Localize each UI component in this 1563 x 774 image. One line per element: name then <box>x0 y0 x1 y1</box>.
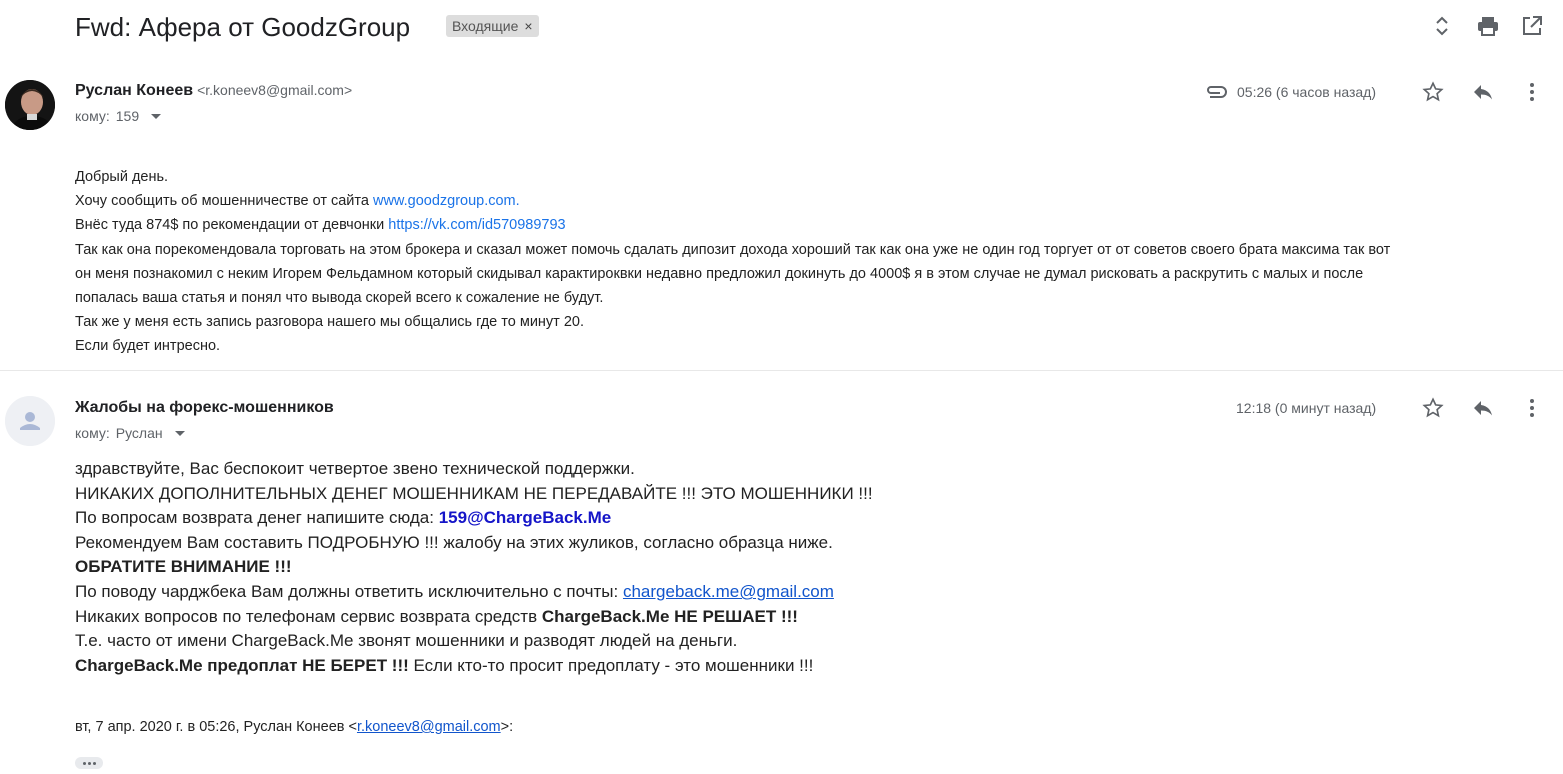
recipient-value: Руслан <box>115 425 163 441</box>
body-line: Рекомендуем Вам составить ПОДРОБНУЮ !!! … <box>75 532 833 552</box>
star-icon[interactable] <box>1421 80 1445 104</box>
contact-email[interactable]: 159@ChargeBack.Me <box>439 508 612 527</box>
body-line: Хочу сообщить об мошенничестве от сайта … <box>75 193 520 210</box>
body-line: ОБРАТИТЕ ВНИМАНИЕ !!! <box>75 557 292 577</box>
message-divider <box>0 370 1563 371</box>
label-text: Входящие <box>452 18 519 34</box>
body-line: Добрый день. <box>75 169 169 185</box>
vk-link[interactable]: https://vk.com/id570989793 <box>388 217 565 233</box>
body-line: попалась ваша статья и понял что вывода … <box>75 290 604 307</box>
message-time: 12:18 (0 минут назад) <box>1236 400 1377 416</box>
reply-icon[interactable] <box>1471 80 1495 104</box>
recipient-value: 159 <box>115 108 140 124</box>
quoted-email-link[interactable]: r.koneev8@gmail.com <box>357 719 501 735</box>
reply-icon[interactable] <box>1471 396 1495 420</box>
open-in-new-window-icon[interactable] <box>1520 14 1544 38</box>
print-icon[interactable] <box>1476 14 1500 38</box>
body-line: Если будет интресно. <box>75 338 221 355</box>
show-trimmed-content-button[interactable] <box>75 757 103 769</box>
message-body: Добрый день. Хочу сообщить об мошенничес… <box>75 165 1535 359</box>
sender-name[interactable]: Руслан Конеев <r.koneev8@gmail.com> <box>75 82 352 100</box>
inbox-label-chip[interactable]: Входящие × <box>446 15 539 37</box>
body-line: Так как она порекомендовала торговать на… <box>75 241 1391 258</box>
sender-avatar[interactable] <box>5 80 55 130</box>
chevron-down-icon[interactable] <box>174 430 185 436</box>
sender-name[interactable]: Жалобы на форекс-мошенников <box>75 399 334 417</box>
quoted-header: вт, 7 апр. 2020 г. в 05:26, Руслан Конее… <box>75 719 514 735</box>
body-line: По поводу чарджбека Вам должны ответить … <box>75 581 834 601</box>
remove-label-button[interactable]: × <box>524 15 532 37</box>
body-line: ChargeBack.Me предоплат НЕ БЕРЕТ !!! Есл… <box>75 655 814 675</box>
chargeback-email-link[interactable]: chargeback.me@gmail.com <box>623 582 834 601</box>
recipient-line[interactable]: кому: Руслан <box>75 425 185 441</box>
more-vert-icon[interactable] <box>1520 80 1544 104</box>
chevron-down-icon[interactable] <box>151 113 162 119</box>
message-body: здравствуйте, Вас беспокоит четвертое зв… <box>75 457 1535 678</box>
body-line: здравствуйте, Вас беспокоит четвертое зв… <box>75 459 635 478</box>
body-line: НИКАКИХ ДОПОЛНИТЕЛЬНЫХ ДЕНЕГ МОШЕННИКАМ … <box>75 483 873 503</box>
body-line: Внёс туда 874$ по рекомендации от девчон… <box>75 217 566 234</box>
email-thread-view: Fwd: Афера от GoodzGroup Входящие × Русл… <box>0 0 1563 774</box>
star-icon[interactable] <box>1421 396 1445 420</box>
recipient-line[interactable]: кому: 159 <box>75 108 162 124</box>
thread-subject: Fwd: Афера от GoodzGroup <box>75 12 411 42</box>
sender-avatar-placeholder[interactable] <box>5 396 55 446</box>
thread-header: Fwd: Афера от GoodzGroup Входящие × <box>0 0 1563 58</box>
paperclip-icon <box>1204 80 1228 104</box>
body-line: Так же у меня есть запись разговора наше… <box>75 314 585 331</box>
unfold-icon[interactable] <box>1430 14 1454 38</box>
body-line: По вопросам возврата денег напишите сюда… <box>75 508 612 528</box>
sender-email: <r.koneev8@gmail.com> <box>197 82 353 98</box>
site-link[interactable]: www.goodzgroup.com. <box>373 193 520 209</box>
message-time: 05:26 (6 часов назад) <box>1237 84 1377 100</box>
body-line: Никаких вопросов по телефонам сервис воз… <box>75 606 798 626</box>
person-icon <box>5 396 55 446</box>
more-vert-icon[interactable] <box>1520 396 1544 420</box>
body-line: он меня познакомил с неким Игорем Фельда… <box>75 265 1364 282</box>
body-line: Т.е. часто от имени ChargeBack.Me звонят… <box>75 631 738 651</box>
